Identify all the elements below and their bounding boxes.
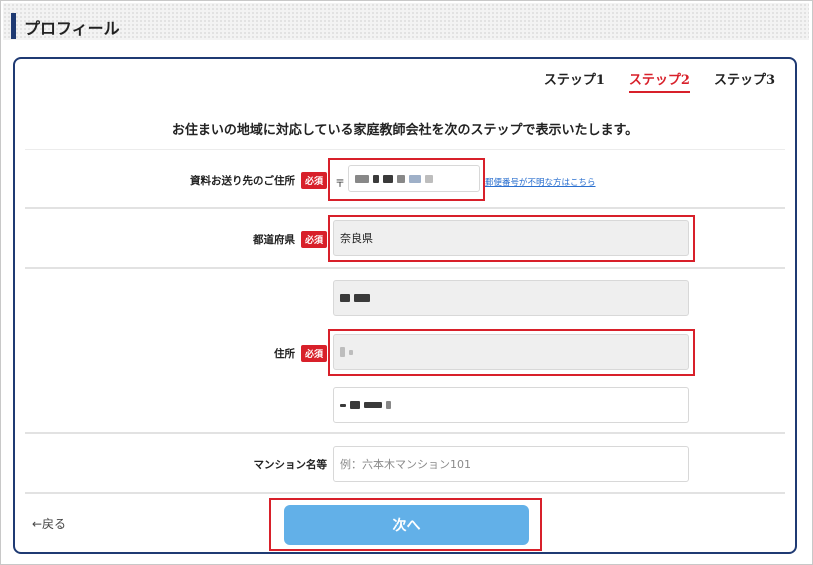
required-badge: 必須 (300, 345, 327, 362)
step-3: ステップ3 (713, 73, 775, 88)
divider (25, 207, 785, 209)
profile-form-card: ステップ1 ステップ2 ステップ3 お住まいの地域に対応している家庭教師会社を次… (13, 57, 797, 554)
step-2-current: ステップ2 (628, 69, 690, 93)
lead-message: お住まいの地域に対応している家庭教師会社を次のステップで表示いたします。 (171, 123, 639, 138)
divider (25, 432, 785, 434)
postal-code-input[interactable] (348, 165, 480, 192)
prefecture-input[interactable]: 奈良県 (333, 220, 689, 256)
postal-lookup-link[interactable]: 郵便番号が不明な方はこちら (485, 176, 596, 188)
next-button[interactable]: 次へ (284, 505, 529, 545)
header-accent-bar (11, 13, 16, 39)
prefecture-label: 都道府県 (252, 234, 295, 246)
address-label: 住所 (273, 348, 295, 360)
mansion-input[interactable]: 例：六本木マンション101 (333, 446, 689, 482)
step-1: ステップ1 (543, 73, 605, 88)
page-header: プロフィール (3, 3, 809, 40)
prefecture-label-group: 都道府県 必須 (253, 231, 327, 248)
postal-mark-icon: 〒 (335, 179, 345, 190)
street-number-input[interactable] (333, 387, 689, 423)
divider (25, 149, 785, 150)
divider (25, 267, 785, 269)
city-input[interactable] (333, 280, 689, 316)
page-title: プロフィール (24, 19, 120, 38)
postal-label: 資料お送り先のご住所 (189, 175, 295, 187)
town-input[interactable] (333, 334, 689, 370)
required-badge: 必須 (300, 231, 327, 248)
back-link[interactable]: ←戻る (32, 515, 66, 532)
mansion-label: マンション名等 (253, 459, 328, 471)
mansion-label-group: マンション名等 (254, 457, 328, 472)
step-indicator: ステップ1 ステップ2 ステップ3 (544, 69, 775, 93)
postal-label-group: 資料お送り先のご住所 必須 (190, 172, 327, 189)
required-badge: 必須 (300, 172, 327, 189)
mansion-placeholder: 例：六本木マンション101 (340, 458, 471, 471)
divider (25, 492, 785, 494)
address-label-group: 住所 必須 (274, 345, 327, 362)
